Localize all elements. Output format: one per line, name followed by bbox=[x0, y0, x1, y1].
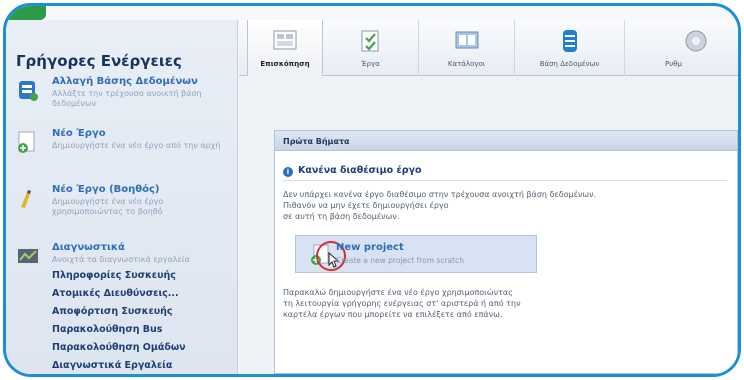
panel-subtitle-text: Κανένα διαθέσιμο έργο bbox=[298, 165, 422, 176]
overview-icon bbox=[273, 30, 297, 50]
divider bbox=[283, 180, 727, 181]
instruction-line-2: τη λειτουργία γρήγορης ενέργειας στ' αρι… bbox=[283, 299, 521, 308]
new-project-description: Create a new project from scratch bbox=[336, 256, 464, 265]
link-group-monitor[interactable]: Παρακολούθηση Ομάδων bbox=[52, 342, 186, 353]
no-project-line-3: σε αυτή τη βάση δεδομένων. bbox=[283, 212, 400, 221]
sidebar-title: Γρήγορες Ενέργειες bbox=[16, 52, 182, 70]
catalogs-icon bbox=[455, 31, 478, 49]
wizard-icon bbox=[21, 190, 31, 208]
main-toolbar: Επισκόπηση Έργα Κατάλογοι Βάση Δεδομένων… bbox=[239, 20, 738, 76]
link-individual-addresses[interactable]: Ατομικές Διευθύνσεις... bbox=[52, 288, 179, 299]
content-area: Πρώτα Βήματα i Κανένα διαθέσιμο έργο Δεν … bbox=[239, 76, 738, 374]
action-title: Νέο Έργο (Βοηθός) bbox=[52, 184, 160, 195]
tab-label: Βάση Δεδομένων bbox=[539, 60, 600, 68]
action-new-project-wizard[interactable]: Νέο Έργο (Βοηθός) Δημιουργήστε ένα νέο έ… bbox=[16, 184, 234, 234]
link-unload-device[interactable]: Αποφόρτιση Συσκευής bbox=[52, 306, 173, 317]
panel-header: Πρώτα Βήματα bbox=[275, 131, 737, 151]
tab-label: Κατάλογοι bbox=[447, 60, 486, 68]
database-icon bbox=[562, 30, 577, 52]
link-bus-monitor[interactable]: Παρακολούθηση Bus bbox=[52, 324, 162, 335]
tab-catalogs[interactable]: Κατάλογοι bbox=[419, 20, 515, 76]
settings-icon bbox=[685, 30, 707, 52]
tab-projects[interactable]: Έργα bbox=[323, 20, 419, 76]
tab-label: Έργα bbox=[361, 60, 380, 68]
link-diagnostic-tools[interactable]: Διαγνωστικά Εργαλεία bbox=[52, 360, 172, 371]
instruction-line-3: καρτέλα έργων που μπορείτε να επιλέξετε … bbox=[283, 310, 503, 319]
info-icon: i bbox=[283, 167, 293, 177]
database-change-icon bbox=[19, 81, 38, 101]
panel-subtitle: i Κανένα διαθέσιμο έργο bbox=[283, 165, 422, 177]
action-description: Δημιουργήστε ένα νέο έργο από την αρχή bbox=[52, 141, 221, 150]
first-steps-panel: Πρώτα Βήματα i Κανένα διαθέσιμο έργο Δεν … bbox=[274, 130, 738, 374]
action-new-project[interactable]: Νέο Έργο Δημιουργήστε ένα νέο έργο από τ… bbox=[16, 128, 234, 178]
action-description: Αλλάξτε την τρέχουσα ανοικτή βάση δεδομέ… bbox=[52, 89, 202, 108]
link-device-info[interactable]: Πληροφορίες Συσκευής bbox=[52, 270, 176, 281]
tab-overview[interactable]: Επισκόπηση bbox=[247, 20, 323, 76]
no-project-line-2: Πιθανόν να μην έχετε δημιουργήσει έργο bbox=[283, 201, 449, 210]
quick-actions-sidebar: Γρήγορες Ενέργειες Αλλαγή Βάσης Δεδομένω… bbox=[6, 20, 238, 374]
tab-label: Επισκόπηση bbox=[260, 60, 310, 68]
action-diagnostics[interactable]: Διαγνωστικά Ανοιχτά τα διαγνωστικά εργαλ… bbox=[16, 242, 234, 292]
action-change-database[interactable]: Αλλαγή Βάσης Δεδομένων Αλλάξτε την τρέχο… bbox=[16, 76, 234, 126]
diagnostics-icon bbox=[18, 249, 38, 263]
tab-label: Ρυθμ bbox=[665, 60, 683, 68]
callout-frame: Γρήγορες Ενέργειες Αλλαγή Βάσης Δεδομένω… bbox=[3, 3, 741, 377]
tab-database[interactable]: Βάση Δεδομένων bbox=[515, 20, 625, 76]
action-description: Δημιουργήστε ένα νέο έργο χρησιμοποιώντα… bbox=[52, 197, 164, 216]
window-corner-accent bbox=[6, 6, 46, 20]
new-project-title: New project bbox=[336, 242, 404, 253]
action-title: Αλλαγή Βάσης Δεδομένων bbox=[52, 76, 198, 87]
tab-settings[interactable]: Ρυθμ bbox=[625, 20, 738, 76]
action-title: Διαγνωστικά bbox=[52, 242, 125, 253]
no-project-line-1: Δεν υπάρχει κανένα έργο διαθέσιμο στην τ… bbox=[283, 190, 597, 199]
projects-icon bbox=[361, 30, 378, 52]
instruction-line-1: Παρακαλώ δημιουργήστε ένα νέο έργο χρησι… bbox=[283, 288, 513, 297]
action-description: Ανοιχτά τα διαγνωστικά εργαλεία bbox=[52, 255, 190, 264]
new-project-icon bbox=[18, 131, 35, 153]
action-title: Νέο Έργο bbox=[52, 128, 106, 139]
new-project-button[interactable]: New project Create a new project from sc… bbox=[295, 235, 537, 273]
